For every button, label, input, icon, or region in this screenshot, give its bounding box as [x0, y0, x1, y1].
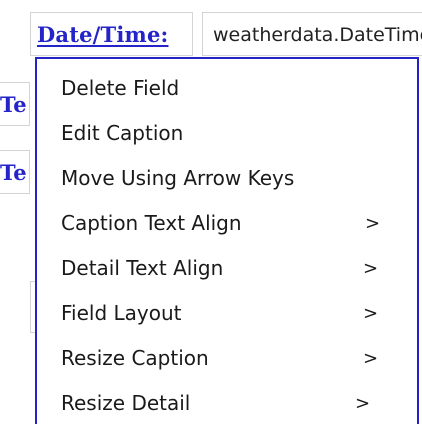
submenu-arrow-icon: >	[365, 213, 381, 234]
menu-item-move-arrow-keys[interactable]: Move Using Arrow Keys	[37, 158, 417, 203]
menu-item-field-layout[interactable]: Field Layout >	[37, 293, 417, 338]
menu-item-label: Caption Text Align	[61, 211, 242, 235]
row3-caption-label[interactable]: Te	[0, 160, 34, 185]
menu-item-label: Detail Text Align	[61, 256, 224, 280]
submenu-arrow-icon: >	[363, 258, 379, 279]
detail-field-value[interactable]: weatherdata.DateTime	[213, 24, 422, 46]
row2-caption-label[interactable]: Te	[0, 92, 34, 117]
menu-item-caption-text-align[interactable]: Caption Text Align >	[37, 203, 417, 248]
field-context-menu: Delete Field Edit Caption Move Using Arr…	[35, 57, 419, 424]
menu-item-label: Field Layout	[61, 301, 182, 325]
form-designer-canvas: Date/Time: weatherdata.DateTime Te Te De…	[0, 0, 422, 424]
caption-label[interactable]: Date/Time:	[37, 22, 169, 47]
menu-item-detail-text-align[interactable]: Detail Text Align >	[37, 248, 417, 293]
menu-item-label: Delete Field	[61, 76, 180, 100]
menu-item-label: Resize Detail	[61, 391, 191, 415]
menu-item-resize-detail[interactable]: Resize Detail >	[37, 383, 417, 424]
submenu-arrow-icon: >	[355, 393, 371, 414]
menu-item-delete-field[interactable]: Delete Field	[37, 68, 417, 113]
submenu-arrow-icon: >	[363, 348, 379, 369]
menu-item-label: Edit Caption	[61, 121, 184, 145]
menu-item-edit-caption[interactable]: Edit Caption	[37, 113, 417, 158]
submenu-arrow-icon: >	[363, 303, 379, 324]
menu-item-label: Move Using Arrow Keys	[61, 166, 295, 190]
menu-item-label: Resize Caption	[61, 346, 209, 370]
menu-item-resize-caption[interactable]: Resize Caption >	[37, 338, 417, 383]
